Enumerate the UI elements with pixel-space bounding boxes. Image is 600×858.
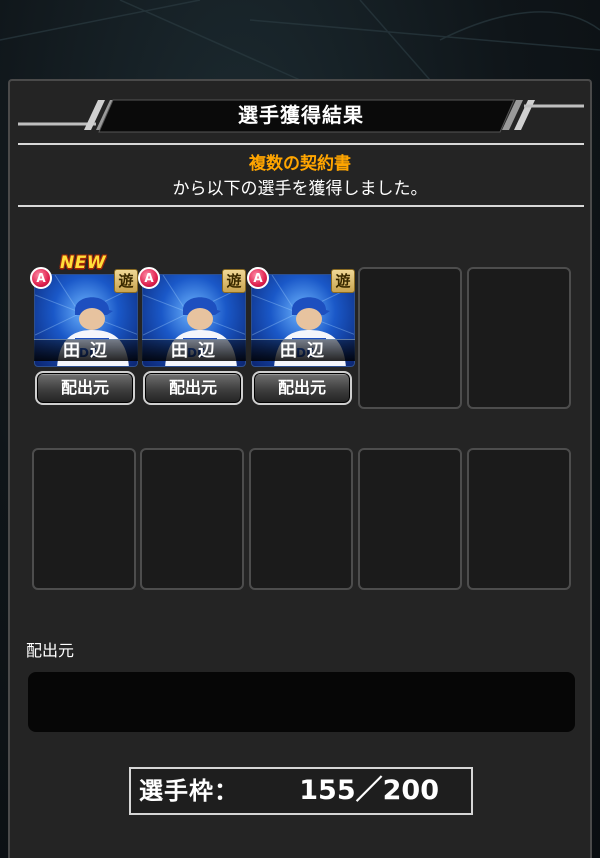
divider-top — [18, 143, 584, 145]
contract-name: 複数の契約書 — [249, 154, 351, 174]
empty-player-slot — [358, 267, 462, 409]
dialog-title: 選手獲得結果 — [238, 103, 364, 127]
source-section-label: 配出元 — [26, 641, 75, 660]
empty-player-slot — [249, 448, 353, 590]
source-info-box — [28, 672, 575, 732]
position-badge: 遊 — [222, 269, 246, 293]
empty-player-slot — [140, 448, 244, 590]
player-name: 田 辺 — [251, 339, 355, 361]
player-card-3[interactable]: DE 田 辺 A 遊 配出元 — [247, 267, 355, 409]
roster-slots-label: 選手枠： — [139, 777, 239, 805]
player-name: 田 辺 — [34, 339, 138, 361]
divider-bottom — [18, 205, 584, 207]
new-badge: NEW — [60, 253, 107, 273]
empty-player-slot — [467, 448, 571, 590]
roster-slots-value: 155／200 — [299, 775, 439, 806]
position-badge: 遊 — [114, 269, 138, 293]
rank-a-badge: A — [30, 267, 52, 289]
empty-player-slot — [32, 448, 136, 590]
source-button[interactable]: 配出元 — [35, 371, 135, 405]
roster-slots-counter: 選手枠： 155／200 — [129, 767, 473, 815]
rank-a-badge: A — [247, 267, 269, 289]
source-button[interactable]: 配出元 — [143, 371, 243, 405]
player-card-1[interactable]: DE 田 辺 A 遊 NEW 配出元 — [30, 253, 138, 409]
source-button[interactable]: 配出元 — [252, 371, 352, 405]
player-name: 田 辺 — [142, 339, 246, 361]
dialog-title-bar: 選手獲得結果 — [18, 96, 584, 134]
player-card-2[interactable]: DE 田 辺 A 遊 配出元 — [138, 267, 246, 409]
empty-player-slot — [358, 448, 462, 590]
empty-player-slot — [467, 267, 571, 409]
rank-a-badge: A — [138, 267, 160, 289]
position-badge: 遊 — [331, 269, 355, 293]
result-message: から以下の選手を獲得しました。 — [172, 179, 428, 199]
acquisition-result-dialog: 選手獲得結果 複数の契約書 から以下の選手を獲得しました。 DE 田 辺 A 遊… — [8, 79, 592, 858]
